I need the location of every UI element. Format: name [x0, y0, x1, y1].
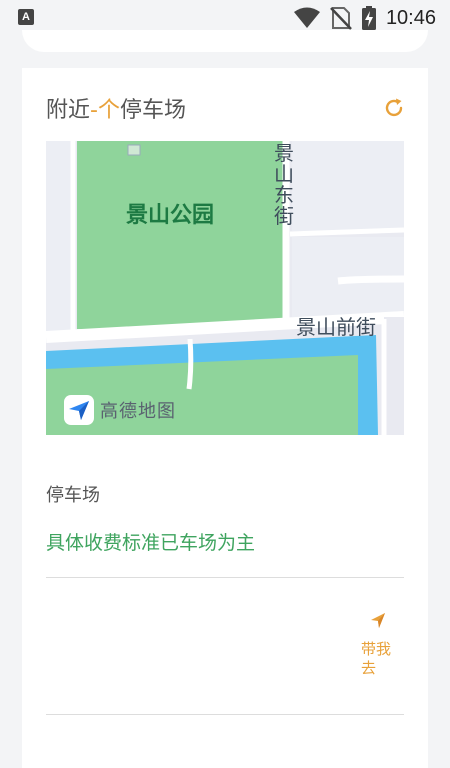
map-provider-name: 高德地图: [100, 401, 176, 422]
previous-card: [22, 30, 428, 52]
navigate-button[interactable]: 带我去: [358, 612, 398, 678]
title-suffix: 停车场: [119, 98, 186, 123]
refresh-icon[interactable]: [382, 96, 406, 120]
notification-icon: A: [18, 9, 34, 25]
divider-bottom: [46, 714, 404, 715]
fee-note: 具体收费标准已车场为主: [46, 532, 256, 554]
parking-name: 停车场: [46, 485, 100, 506]
map-label-park: 景山公园: [126, 203, 215, 228]
title-prefix: 附近: [46, 98, 91, 123]
map-label-east-street: 景山东街: [274, 141, 294, 228]
map-label-front-street: 景山前街: [296, 315, 376, 339]
battery-charging-icon: [361, 6, 376, 30]
navigation-arrow-icon: [371, 613, 385, 628]
map-provider-logo: 高德地图: [64, 395, 176, 425]
clock: 10:46: [385, 6, 436, 29]
divider-top: [46, 577, 404, 578]
wifi-icon: [293, 7, 320, 28]
map-graphics: [46, 141, 404, 435]
card-title: 附近-个停车场: [46, 92, 186, 124]
navigate-label: 带我去: [361, 640, 392, 677]
map-view[interactable]: 景山公园 景山东街 景山前街 高德地图: [46, 141, 404, 435]
amap-logo-icon: [64, 395, 94, 425]
title-count: -个: [90, 98, 120, 123]
no-sim-icon: [330, 7, 352, 30]
parking-card: 附近-个停车场 景山公园 景山东街 景山前街 高德地图 停车场 具体收费标准已车…: [22, 68, 428, 768]
